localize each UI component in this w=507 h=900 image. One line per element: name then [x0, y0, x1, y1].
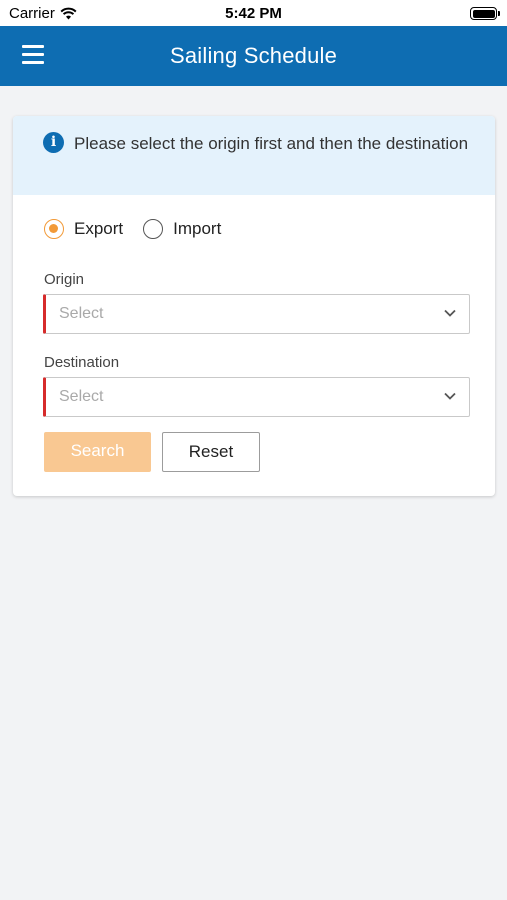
direction-radio-group: Export Import [44, 219, 221, 239]
battery-level-fill [472, 9, 495, 18]
status-bar: Carrier 5:42 PM [0, 0, 507, 26]
export-radio-circle [44, 219, 64, 239]
chevron-down-icon [444, 392, 456, 400]
destination-placeholder: Select [59, 388, 104, 405]
search-card: i Please select the origin first and the… [13, 116, 495, 496]
import-radio-label: Import [173, 219, 222, 238]
battery-icon [470, 7, 500, 20]
destination-label: Destination [44, 354, 120, 371]
reset-button[interactable]: Reset [162, 432, 260, 472]
info-banner: i Please select the origin first and the… [13, 116, 495, 195]
origin-placeholder: Select [59, 305, 104, 322]
export-radio-label: Export [74, 219, 124, 238]
search-button[interactable]: Search [44, 432, 151, 472]
origin-select[interactable]: Select [43, 294, 470, 334]
import-radio-circle [143, 219, 164, 239]
info-message: Please select the origin first and then … [74, 134, 469, 153]
origin-label: Origin [44, 271, 85, 288]
status-time: 5:42 PM [225, 5, 282, 22]
app-bar: Sailing Schedule [0, 26, 507, 86]
import-radio[interactable]: Import [143, 219, 221, 239]
export-radio[interactable]: Export [44, 219, 123, 239]
chevron-down-icon [444, 309, 456, 317]
page-title: Sailing Schedule [169, 43, 338, 68]
info-icon: i [43, 132, 64, 153]
destination-select[interactable]: Select [43, 377, 470, 417]
